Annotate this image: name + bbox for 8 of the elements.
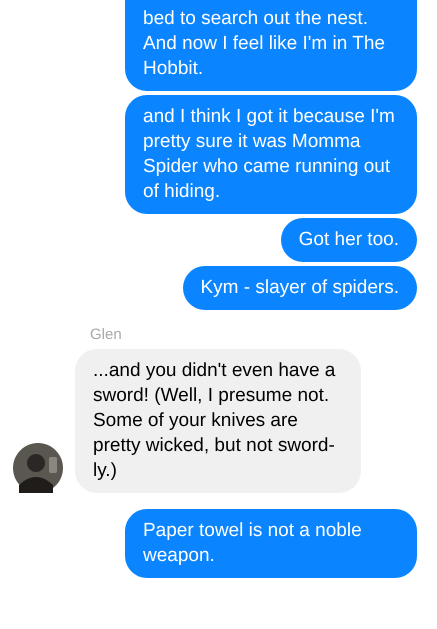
sent-message-bubble: and I think I got it because I'm pretty sure it was Momma Spider who came running out of hiding. [125,95,417,214]
received-message-bubble: ...and you didn't even have a sword! (Well, I presume not. Some of your knives are pretty wicked, but not sword-ly.) [75,349,361,493]
sent-message-bubble: Paper towel is not a noble weapon. [125,509,417,578]
sender-name: Glen [90,326,123,343]
sent-message-bubble: Kym - slayer of spiders. [182,266,417,310]
sent-message-bubble: bed to search out the nest. And now I feel like I'm in The Hobbit. [125,0,417,91]
avatar-icon[interactable] [13,443,63,493]
sent-message-bubble: Got her too. [280,218,417,262]
